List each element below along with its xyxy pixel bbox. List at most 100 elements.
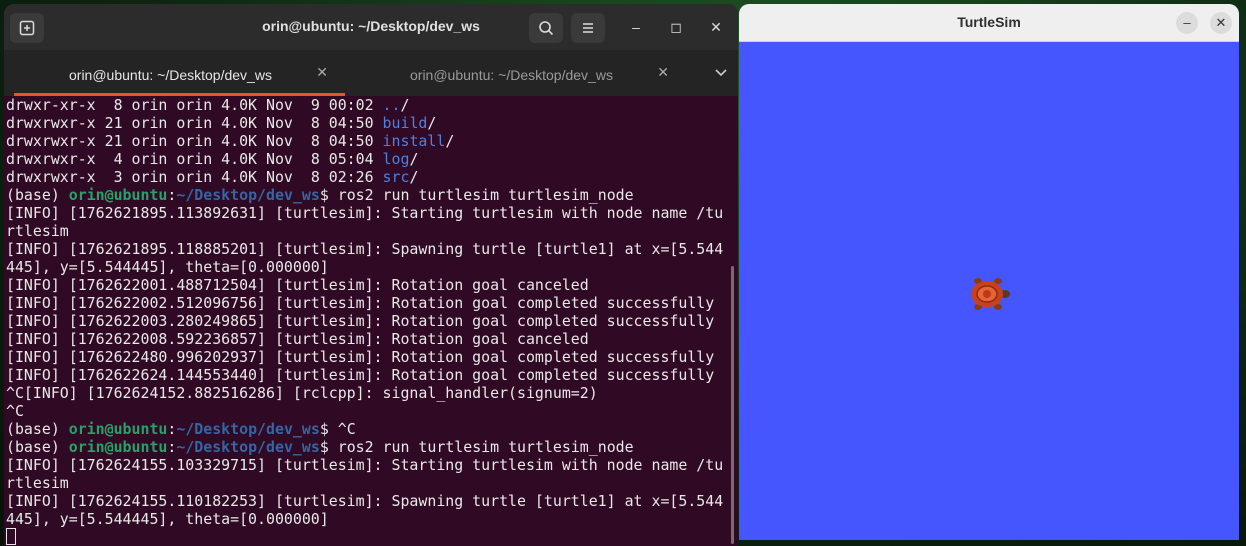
terminal-line: drwxrwxr-x 21 orin orin 4.0K Nov 8 04:50… [6, 114, 730, 132]
ls-suffix: / [445, 132, 455, 150]
terminal-line: (base) orin@ubuntu:~/Desktop/dev_ws$ ^C [6, 420, 730, 438]
close-icon: ✕ [1215, 15, 1227, 30]
tab-list-button[interactable] [714, 65, 728, 84]
terminal-cursor [6, 528, 16, 545]
prompt-path: ~/Desktop/dev_ws [176, 438, 320, 456]
turtle-icon [971, 278, 1010, 310]
ls-meta: 21 orin orin 4.0K Nov 8 04:50 [95, 132, 383, 150]
log-text: [INFO] [1762622003.280249865] [turtlesim… [6, 312, 715, 330]
terminal-line: 445], y=[5.544445], theta=[0.000000] [6, 258, 730, 276]
terminal-line: [INFO] [1762622003.280249865] [turtlesim… [6, 312, 730, 330]
menu-button[interactable] [571, 13, 605, 43]
terminal-line: (base) orin@ubuntu:~/Desktop/dev_ws$ ros… [6, 186, 730, 204]
terminal-line: ^C [6, 402, 730, 420]
log-text: [INFO] [1762624155.103329715] [turtlesim… [6, 456, 724, 474]
search-button[interactable] [529, 13, 563, 43]
prompt-separator: : [167, 186, 177, 204]
terminal-line: [INFO] [1762622624.144553440] [turtlesim… [6, 366, 730, 384]
ls-dir-name: install [382, 132, 446, 150]
ls-dir-name: src [382, 168, 410, 186]
prompt-user: orin@ubuntu [68, 420, 168, 438]
terminal-line: [INFO] [1762622001.488712504] [turtlesim… [6, 276, 730, 294]
terminal-line: drwxrwxr-x 21 orin orin 4.0K Nov 8 04:50… [6, 132, 730, 150]
ls-permissions: drwxrwxr-x [6, 150, 96, 168]
ls-dir-name: log [382, 150, 410, 168]
ls-meta: 21 orin orin 4.0K Nov 8 04:50 [95, 114, 383, 132]
terminal-line: [INFO] [1762622008.592236857] [turtlesim… [6, 330, 730, 348]
prompt-user: orin@ubuntu [68, 186, 168, 204]
minimize-icon: – [1183, 15, 1191, 30]
turtlesim-title: TurtleSim [957, 14, 1021, 30]
log-text: [INFO] [1762621895.118885201] [turtlesim… [6, 240, 724, 258]
maximize-button[interactable]: ◻ [665, 16, 687, 38]
terminal-line: drwxrwxr-x 3 orin orin 4.0K Nov 8 02:26 … [6, 168, 730, 186]
ls-permissions: drwxr-xr-x [6, 96, 96, 114]
minimize-button[interactable]: – [1176, 12, 1198, 34]
terminal-line: rtlesim [6, 222, 730, 240]
log-text: ^C[INFO] [1762624152.882516286] [rclcpp]… [6, 384, 598, 402]
close-button[interactable]: ✕ [1210, 12, 1232, 34]
tab-label: orin@ubuntu: ~/Desktop/dev_ws [69, 67, 272, 83]
terminal-line: 445], y=[5.544445], theta=[0.000000] [6, 510, 730, 528]
prompt-path: ~/Desktop/dev_ws [176, 186, 320, 204]
terminal-scrollbar[interactable] [731, 266, 734, 544]
prompt-command: $ ^C [319, 420, 356, 438]
log-text: [INFO] [1762622002.512096756] [turtlesim… [6, 294, 715, 312]
prompt-user: orin@ubuntu [68, 438, 168, 456]
log-text: ^C [6, 402, 24, 420]
tab-close-icon[interactable]: ✕ [316, 64, 328, 81]
minimize-icon: – [632, 19, 640, 35]
tab-close-icon[interactable]: ✕ [657, 64, 669, 81]
prompt-separator: : [167, 438, 177, 456]
terminal-line: (base) orin@ubuntu:~/Desktop/dev_ws$ ros… [6, 438, 730, 456]
hamburger-icon [583, 23, 593, 33]
terminal-output[interactable]: drwxr-xr-x 8 orin orin 4.0K Nov 9 00:02 … [6, 96, 730, 546]
turtlesim-window[interactable]: TurtleSim – ✕ [739, 4, 1239, 540]
ls-suffix: / [409, 168, 419, 186]
terminal-line: [INFO] [1762624155.110182253] [turtlesim… [6, 492, 730, 510]
minimize-button[interactable]: – [625, 16, 647, 38]
prompt-separator: : [167, 420, 177, 438]
close-icon: ✕ [710, 19, 722, 35]
terminal-line: [INFO] [1762621895.113892631] [turtlesim… [6, 204, 730, 222]
search-icon [539, 21, 554, 36]
ls-permissions: drwxrwxr-x [6, 168, 96, 186]
tab-1[interactable]: orin@ubuntu: ~/Desktop/dev_ws ✕ [4, 50, 345, 96]
terminal-line: [INFO] [1762622480.996202937] [turtlesim… [6, 348, 730, 366]
ls-meta: 4 orin orin 4.0K Nov 8 05:04 [95, 150, 383, 168]
tab-bar: orin@ubuntu: ~/Desktop/dev_ws ✕ orin@ubu… [4, 50, 738, 96]
terminal-line: drwxr-xr-x 8 orin orin 4.0K Nov 9 00:02 … [6, 96, 730, 114]
log-text: [INFO] [1762622008.592236857] [turtlesim… [6, 330, 589, 348]
log-text: rtlesim [6, 474, 69, 492]
ls-suffix: / [400, 96, 410, 114]
prompt-command: $ ros2 run turtlesim turtlesim_node [319, 438, 634, 456]
close-button[interactable]: ✕ [705, 16, 727, 38]
log-text: [INFO] [1762624155.110182253] [turtlesim… [6, 492, 724, 510]
log-text: [INFO] [1762622480.996202937] [turtlesim… [6, 348, 715, 366]
ls-dir-name: build [382, 114, 428, 132]
chevron-down-icon [715, 69, 727, 77]
terminal-line: [INFO] [1762622002.512096756] [turtlesim… [6, 294, 730, 312]
log-text: rtlesim [6, 222, 69, 240]
terminal-line: drwxrwxr-x 4 orin orin 4.0K Nov 8 05:04 … [6, 150, 730, 168]
ls-meta: 3 orin orin 4.0K Nov 8 02:26 [95, 168, 383, 186]
ls-permissions: drwxrwxr-x [6, 114, 96, 132]
tab-2[interactable]: orin@ubuntu: ~/Desktop/dev_ws ✕ [345, 50, 685, 96]
log-text: 445], y=[5.544445], theta=[0.000000] [6, 258, 329, 276]
prompt-env: (base) [6, 420, 69, 438]
ls-dir-name: .. [382, 96, 401, 114]
terminal-headerbar: orin@ubuntu: ~/Desktop/dev_ws – ◻ ✕ [4, 4, 738, 50]
prompt-env: (base) [6, 438, 69, 456]
prompt-command: $ ros2 run turtlesim turtlesim_node [319, 186, 634, 204]
ls-suffix: / [427, 114, 437, 132]
prompt-path: ~/Desktop/dev_ws [176, 420, 320, 438]
turtlesim-headerbar: TurtleSim – ✕ [739, 4, 1239, 42]
ls-meta: 8 orin orin 4.0K Nov 9 00:02 [95, 96, 383, 114]
log-text: [INFO] [1762621895.113892631] [turtlesim… [6, 204, 724, 222]
terminal-line: [INFO] [1762621895.118885201] [turtlesim… [6, 240, 730, 258]
terminal-line: [INFO] [1762624155.103329715] [turtlesim… [6, 456, 730, 474]
terminal-window[interactable]: orin@ubuntu: ~/Desktop/dev_ws – ◻ ✕ orin… [4, 4, 738, 546]
prompt-env: (base) [6, 186, 69, 204]
log-text: [INFO] [1762622624.144553440] [turtlesim… [6, 366, 715, 384]
ls-permissions: drwxrwxr-x [6, 132, 96, 150]
